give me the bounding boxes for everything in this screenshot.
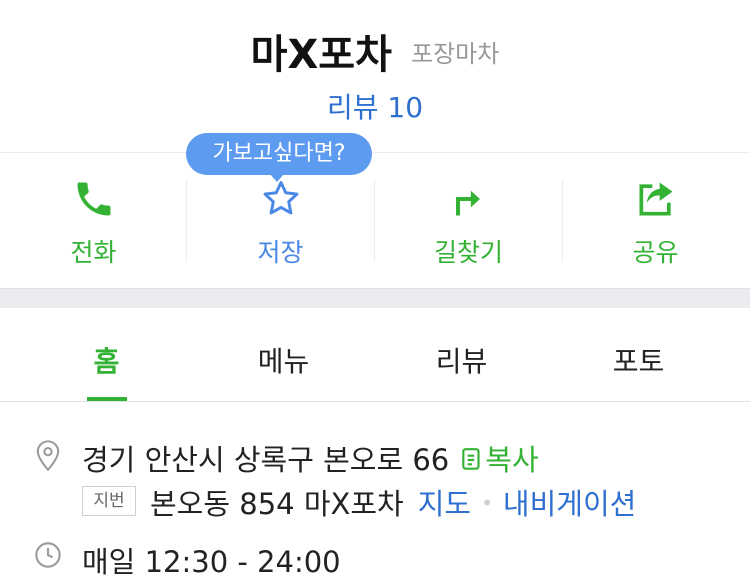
place-header: 마X포차 포장마차 리뷰 10 [0, 0, 750, 152]
tab-menu-label: 메뉴 [257, 345, 310, 378]
share-label: 공유 [632, 238, 679, 267]
copy-button[interactable]: 복사 [461, 443, 539, 480]
star-icon [187, 177, 374, 221]
active-tab-indicator [87, 397, 127, 401]
call-button[interactable]: 전화 [0, 153, 187, 288]
map-link[interactable]: 지도 [418, 487, 471, 521]
place-category: 포장마차 [411, 39, 500, 68]
address-text: 경기 안산시 상록구 본오로 66 [82, 443, 450, 477]
clock-icon [34, 541, 62, 573]
jibun-address: 본오동 854 마X포차 [150, 487, 404, 521]
tab-home[interactable]: 홈 [13, 308, 200, 402]
link-separator: • [481, 491, 493, 515]
action-separator [186, 180, 187, 262]
section-gap [0, 288, 750, 308]
review-count-link[interactable]: 리뷰 10 [0, 86, 750, 126]
tab-photo-label: 포토 [612, 345, 665, 378]
directions-button[interactable]: 길찾기 [375, 153, 562, 288]
tab-review-label: 리뷰 [435, 345, 488, 378]
share-icon [562, 177, 749, 221]
jibun-row: 본오동 854 마X포차 지도 • 내비게이션 [150, 481, 636, 523]
directions-icon [375, 177, 562, 221]
save-tooltip[interactable]: 가보고싶다면? [186, 133, 372, 182]
action-separator [374, 180, 375, 262]
place-title: 마X포차 [250, 32, 392, 78]
business-hours: 매일 12:30 - 24:00 [82, 545, 341, 579]
tab-home-label: 홈 [93, 345, 120, 378]
copy-label: 복사 [485, 443, 539, 477]
jibun-tag: 지번 [82, 486, 136, 516]
title-row: 마X포차 포장마차 [0, 22, 750, 80]
navigation-link[interactable]: 내비게이션 [503, 487, 636, 521]
address-row: 경기 안산시 상록구 본오로 66 복사 [82, 437, 539, 480]
tab-photo[interactable]: 포토 [545, 308, 732, 402]
save-label: 저장 [257, 238, 304, 267]
share-button[interactable]: 공유 [562, 153, 749, 288]
location-pin-icon [34, 438, 62, 476]
tab-review[interactable]: 리뷰 [368, 308, 555, 402]
copy-icon [461, 446, 483, 480]
tab-bar: 홈 메뉴 리뷰 포토 [0, 308, 750, 402]
phone-icon [0, 177, 187, 221]
call-label: 전화 [70, 238, 117, 267]
directions-label: 길찾기 [433, 238, 503, 267]
tab-menu[interactable]: 메뉴 [190, 308, 377, 402]
action-bar: 전화 저장 길찾기 공유 [0, 153, 750, 288]
action-separator [562, 180, 563, 262]
